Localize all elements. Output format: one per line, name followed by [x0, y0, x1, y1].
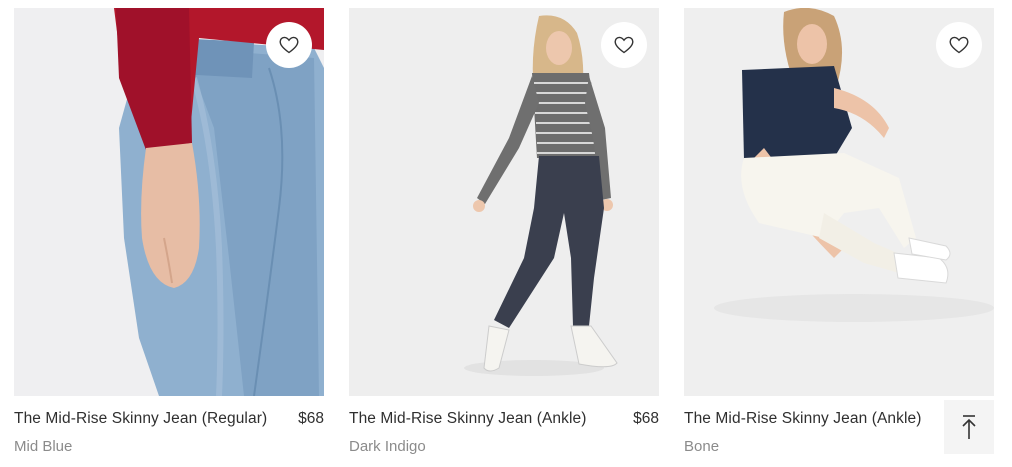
- product-image[interactable]: [684, 8, 994, 396]
- heart-outline-icon: [614, 36, 634, 54]
- product-image[interactable]: [349, 8, 659, 396]
- product-photo-mid-blue: [14, 8, 324, 396]
- product-name[interactable]: The Mid-Rise Skinny Jean (Regular): [14, 410, 267, 428]
- product-color: Mid Blue: [14, 438, 73, 455]
- product-photo-bone: [684, 8, 994, 396]
- product-photo-dark-indigo: [349, 8, 659, 396]
- favorite-button[interactable]: [601, 22, 647, 68]
- heart-outline-icon: [949, 36, 969, 54]
- scroll-to-top-button[interactable]: [944, 400, 994, 454]
- product-price: $68: [298, 410, 324, 427]
- heart-outline-icon: [279, 36, 299, 54]
- product-info: The Mid-Rise Skinny Jean (Ankle) $68 Dar…: [349, 408, 659, 464]
- product-info: The Mid-Rise Skinny Jean (Regular) $68 M…: [14, 408, 324, 464]
- product-card[interactable]: The Mid-Rise Skinny Jean (Ankle) Bone: [684, 8, 994, 467]
- product-name[interactable]: The Mid-Rise Skinny Jean (Ankle): [684, 410, 922, 428]
- product-color: Bone: [684, 438, 720, 455]
- product-card[interactable]: The Mid-Rise Skinny Jean (Regular) $68 M…: [14, 8, 324, 467]
- product-image[interactable]: [14, 8, 324, 396]
- product-name[interactable]: The Mid-Rise Skinny Jean (Ankle): [349, 410, 587, 428]
- product-color: Dark Indigo: [349, 438, 426, 455]
- arrow-up-to-top-icon: [962, 415, 976, 439]
- favorite-button[interactable]: [936, 22, 982, 68]
- product-price: $68: [633, 410, 659, 427]
- favorite-button[interactable]: [266, 22, 312, 68]
- product-card[interactable]: The Mid-Rise Skinny Jean (Ankle) $68 Dar…: [349, 8, 659, 467]
- product-grid: The Mid-Rise Skinny Jean (Regular) $68 M…: [0, 0, 1012, 467]
